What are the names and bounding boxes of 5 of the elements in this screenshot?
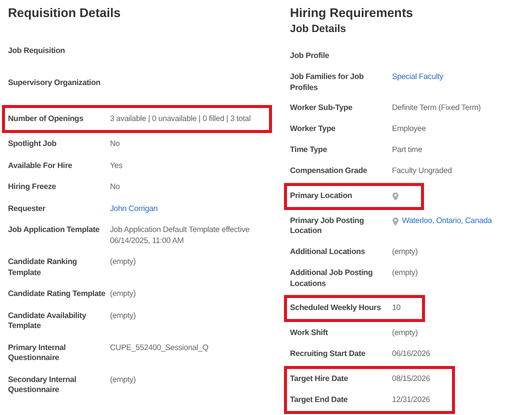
section-title: Hiring Requirements: [290, 5, 414, 22]
location-pin-icon: [392, 216, 399, 226]
location-pin-icon: [392, 192, 399, 201]
section-subtitle: Job Details: [290, 23, 348, 35]
section-title: Requisition Details: [8, 5, 122, 22]
